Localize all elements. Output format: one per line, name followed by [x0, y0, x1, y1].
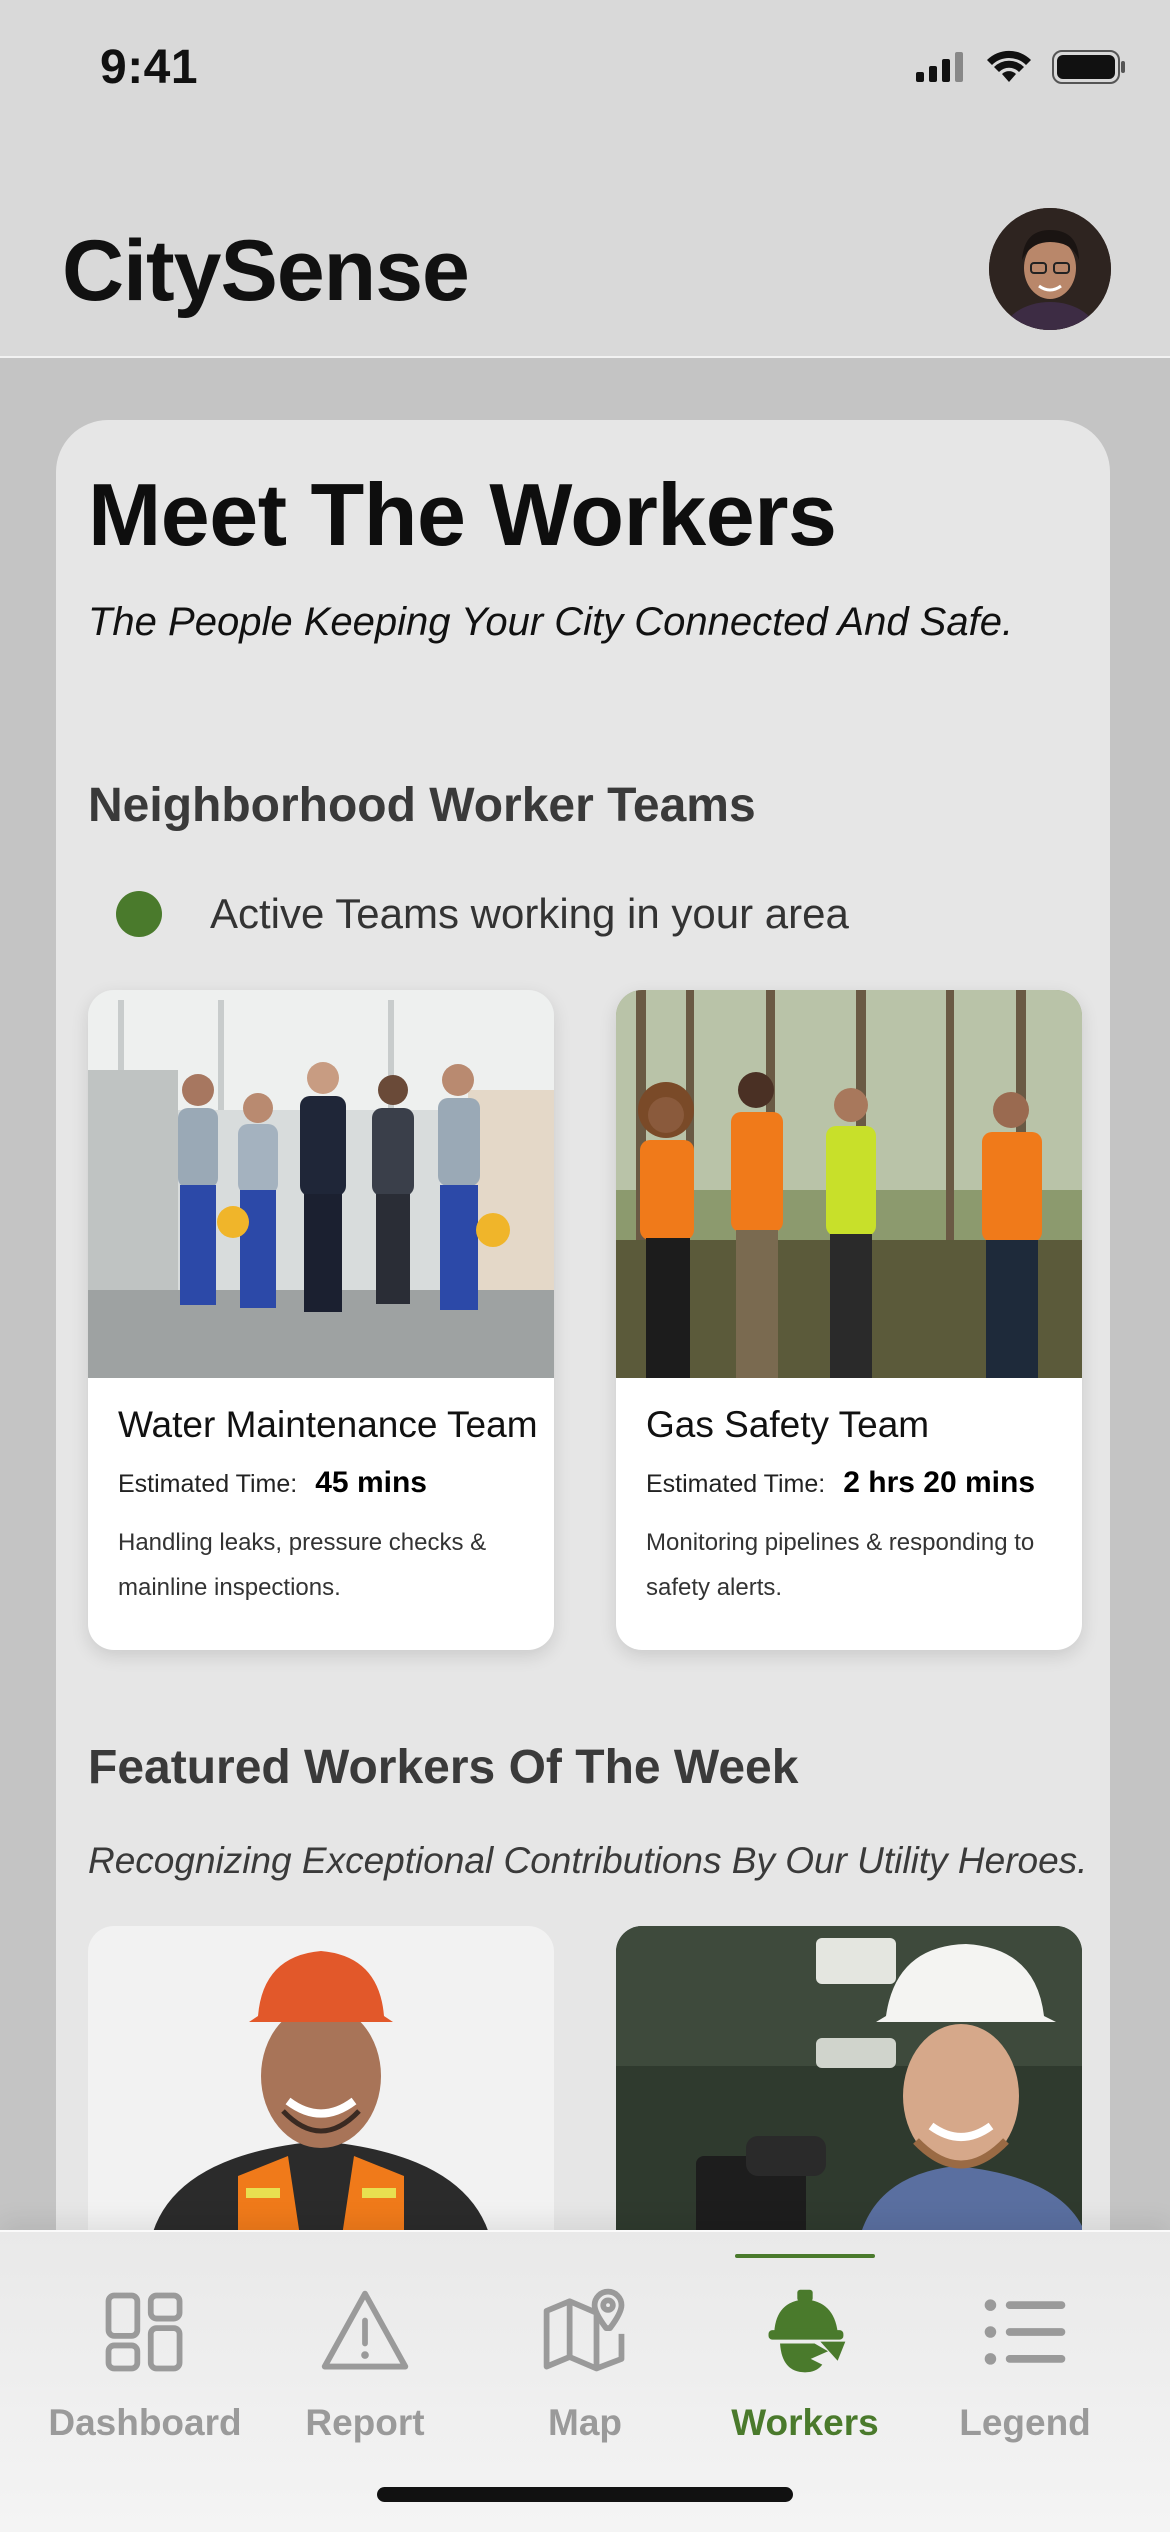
tab-report[interactable]: Report: [255, 2254, 475, 2444]
featured-worker-card[interactable]: [88, 1926, 554, 2256]
user-avatar-icon: [989, 208, 1111, 330]
active-teams-legend: Active Teams working in your area: [116, 890, 849, 938]
team-estimated-time: Estimated Time: 2 hrs 20 mins: [646, 1466, 1035, 1500]
team-name: Water Maintenance Team: [118, 1404, 538, 1445]
tab-workers[interactable]: Workers: [695, 2254, 915, 2444]
team-card-gas[interactable]: Gas Safety Team Estimated Time: 2 hrs 20…: [616, 990, 1082, 1650]
estimated-time-label: Estimated Time:: [118, 1470, 298, 1498]
team-photo-gas: [616, 990, 1082, 1378]
tab-label: Legend: [959, 2402, 1091, 2443]
team-card-water[interactable]: Water Maintenance Team Estimated Time: 4…: [88, 990, 554, 1650]
tab-legend[interactable]: Legend: [915, 2254, 1135, 2444]
hardhat-icon: [768, 2289, 846, 2373]
featured-section-subtitle: Recognizing Exceptional Contributions By…: [88, 1840, 1088, 1881]
team-photo-water: [88, 990, 554, 1378]
map-icon: [543, 2288, 625, 2372]
featured-worker-photo: [616, 1926, 1082, 2256]
home-indicator[interactable]: [377, 2487, 793, 2502]
active-teams-text: Active Teams working in your area: [210, 890, 849, 937]
status-time: 9:41: [100, 41, 199, 94]
team-estimated-time: Estimated Time: 45 mins: [118, 1466, 427, 1500]
team-description: Handling leaks, pressure checks & mainli…: [118, 1529, 487, 1601]
avatar[interactable]: [989, 208, 1111, 330]
tab-label: Dashboard: [48, 2402, 242, 2443]
tab-dashboard[interactable]: Dashboard: [35, 2254, 255, 2444]
workers-card: Meet The Workers The People Keeping Your…: [56, 420, 1110, 2320]
dashboard-icon: [105, 2292, 183, 2372]
estimated-time-label: Estimated Time:: [646, 1470, 826, 1498]
active-dot-icon: [116, 891, 162, 937]
featured-worker-photo: [88, 1926, 554, 2256]
app-title: CitySense: [62, 223, 470, 319]
active-tab-indicator: [735, 2254, 875, 2258]
tab-label: Report: [305, 2402, 425, 2443]
page-subtitle: The People Keeping Your City Connected A…: [88, 600, 1014, 644]
team-description: Monitoring pipelines & responding to saf…: [646, 1529, 1035, 1601]
featured-section-title: Featured Workers Of The Week: [88, 1741, 799, 1794]
app-header: 9:41 CitySense: [0, 0, 1170, 358]
signal-icon: [916, 52, 963, 82]
warning-icon: [321, 2290, 409, 2370]
tab-map[interactable]: Map: [475, 2254, 695, 2444]
team-name: Gas Safety Team: [646, 1404, 930, 1445]
tab-label: Workers: [731, 2402, 879, 2443]
battery-icon: [1052, 50, 1125, 84]
tab-label: Map: [548, 2402, 622, 2443]
estimated-time-value: 2 hrs 20 mins: [843, 1466, 1035, 1499]
page-title: Meet The Workers: [88, 465, 837, 564]
featured-worker-card[interactable]: [616, 1926, 1082, 2256]
wifi-icon: [987, 50, 1031, 82]
teams-section-title: Neighborhood Worker Teams: [88, 779, 756, 832]
estimated-time-value: 45 mins: [315, 1466, 427, 1499]
status-icons: [916, 50, 1126, 84]
list-icon: [984, 2299, 1066, 2365]
